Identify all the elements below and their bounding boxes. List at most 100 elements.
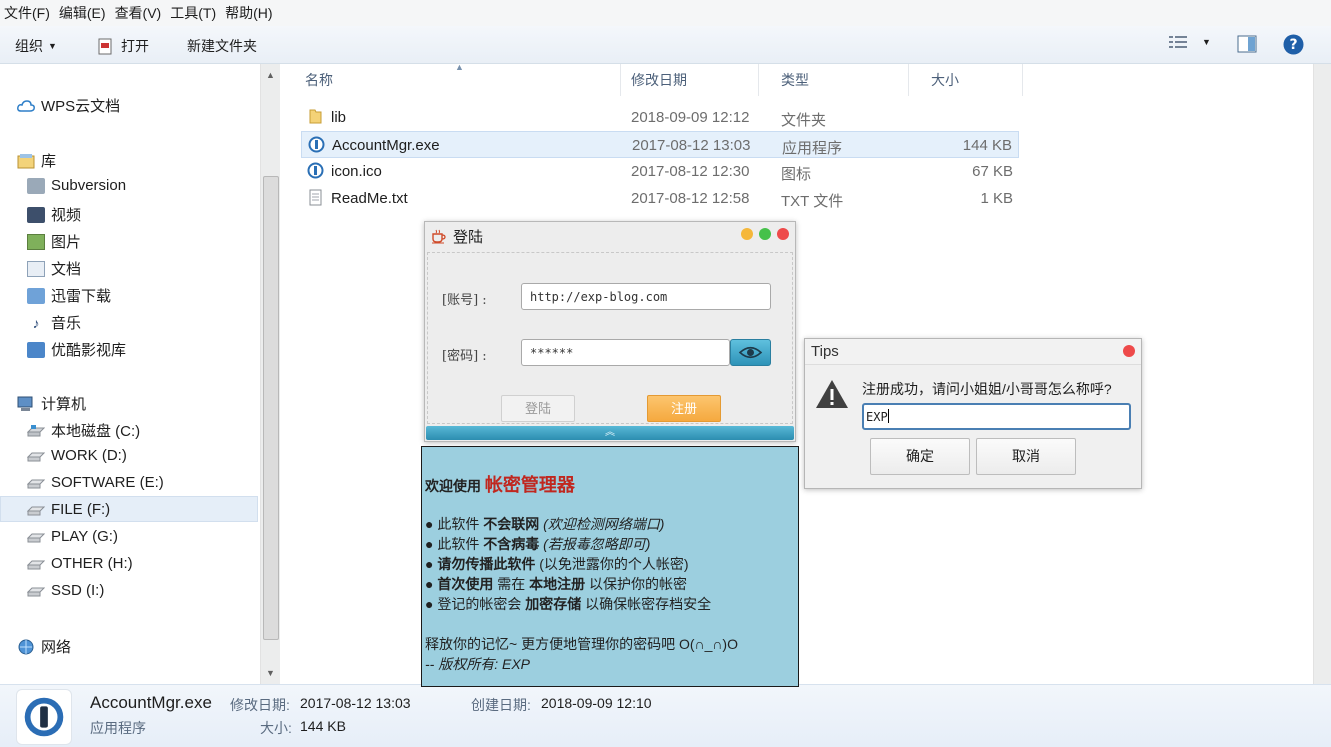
column-header-size[interactable]: 大小 (909, 64, 1023, 96)
nickname-input[interactable]: EXP (862, 403, 1131, 430)
nav-item-videos[interactable]: 视频 (27, 204, 81, 225)
nav-label: SSD (I:) (51, 582, 105, 599)
show-password-button[interactable] (730, 339, 771, 366)
nav-label: FILE (F:) (51, 501, 111, 518)
toolbar: 组织 ▼ 打开 新建文件夹 ▼ ? (0, 26, 1331, 64)
bullet-text: ● 此软件 (425, 536, 484, 552)
column-header-name[interactable]: 名称 (283, 64, 621, 96)
preview-pane-icon[interactable] (1237, 35, 1257, 53)
nav-drive-c[interactable]: 本地磁盘 (C:) (27, 420, 140, 441)
nav-label: 本地磁盘 (C:) (51, 423, 141, 440)
scroll-up-arrow[interactable]: ▲ (261, 66, 280, 84)
expand-panel-button[interactable]: ︽ (426, 426, 794, 440)
new-folder-button[interactable]: 新建文件夹 (187, 36, 257, 56)
file-size: 67 KB (972, 163, 1013, 180)
text-file-icon (309, 189, 322, 206)
file-row[interactable]: icon.ico 2017-08-12 12:30 图标 67 KB (301, 158, 1019, 185)
nav-item-subversion[interactable]: Subversion (27, 177, 126, 194)
nav-network[interactable]: 网络 (17, 636, 71, 657)
nav-item-music[interactable]: ♪ 音乐 (27, 312, 82, 333)
bullet-text: ● (425, 576, 438, 592)
file-size: 144 KB (962, 137, 1012, 154)
menu-tools[interactable]: 工具(T) (166, 3, 221, 23)
youku-folder-icon (27, 341, 45, 358)
tips-title: Tips (811, 343, 839, 360)
nav-scrollbar[interactable]: ▲ ▼ (260, 64, 280, 684)
bullet-bold: 不会联网 (483, 516, 540, 532)
file-row[interactable]: lib 2018-09-09 12:12 文件夹 (301, 104, 1019, 131)
nav-item-youku[interactable]: 优酷影视库 (27, 339, 126, 360)
file-row-selected[interactable]: AccountMgr.exe 2017-08-12 13:03 应用程序 144… (301, 131, 1019, 158)
register-button[interactable]: 注册 (647, 395, 721, 422)
minimize-dot-icon[interactable] (741, 228, 753, 240)
cloud-icon (17, 99, 35, 112)
bullet-text: 以保护你的帐密 (585, 576, 688, 592)
nav-drive-i[interactable]: SSD (I:) (27, 582, 104, 599)
account-input[interactable]: http://exp-blog.com (521, 283, 771, 310)
scroll-down-arrow[interactable]: ▼ (261, 664, 280, 682)
open-button[interactable]: 打开 (97, 36, 149, 56)
nav-computer[interactable]: 计算机 (17, 393, 86, 414)
nav-label: Subversion (51, 177, 127, 194)
window-controls (735, 228, 789, 240)
maximize-dot-icon[interactable] (759, 228, 771, 240)
ok-button[interactable]: 确定 (870, 438, 970, 475)
login-button[interactable]: 登陆 (501, 395, 575, 422)
bullet-text: ● 登记的帐密会 (425, 596, 526, 612)
details-pane: AccountMgr.exe 修改日期: 2017-08-12 13:03 创建… (0, 684, 1331, 747)
nav-item-pictures[interactable]: 图片 (27, 231, 81, 252)
file-date: 2017-08-12 12:30 (631, 163, 750, 180)
menu-edit[interactable]: 编辑(E) (55, 3, 111, 23)
welcome-text: 欢迎使用 (425, 478, 485, 494)
file-list-scrollbar[interactable] (1313, 64, 1331, 684)
tips-titlebar[interactable]: Tips (805, 339, 1141, 365)
file-date: 2018-09-09 12:12 (631, 109, 750, 126)
menu-view[interactable]: 查看(V) (111, 3, 167, 23)
menu-file[interactable]: 文件(F) (0, 3, 55, 23)
nav-drive-d[interactable]: WORK (D:) (27, 447, 127, 464)
details-filetype: 应用程序 (90, 720, 146, 736)
picture-icon (27, 233, 45, 250)
nav-drive-f[interactable]: FILE (F:) (27, 501, 110, 518)
organize-button[interactable]: 组织 ▼ (15, 36, 57, 56)
file-type: TXT 文件 (781, 193, 844, 210)
help-icon[interactable]: ? (1283, 34, 1304, 55)
nav-label: PLAY (G:) (51, 528, 118, 545)
view-options-button[interactable]: ▼ (1168, 34, 1211, 50)
file-name: AccountMgr.exe (332, 137, 440, 154)
menu-help[interactable]: 帮助(H) (221, 3, 277, 23)
info-slogan: 释放你的记忆~ 更方便地管理你的密码吧 O(∩_∩)O (425, 636, 738, 652)
close-dot-icon[interactable] (1123, 345, 1135, 357)
brand-name: 帐密管理器 (484, 475, 575, 495)
folder-icon (309, 109, 322, 124)
menu-bar: 文件(F) 编辑(E) 查看(V) 工具(T) 帮助(H) (0, 0, 1331, 26)
nav-wps-cloud[interactable]: WPS云文档 (17, 95, 120, 116)
details-filename: AccountMgr.exe (90, 693, 212, 712)
column-label: 名称 (305, 72, 333, 88)
file-date: 2017-08-12 12:58 (631, 190, 750, 207)
column-label: 修改日期 (631, 72, 687, 88)
nickname-value: EXP (866, 410, 888, 424)
nav-drive-g[interactable]: PLAY (G:) (27, 528, 118, 545)
bullet-note: (欢迎检测网络端口) (539, 516, 665, 532)
nav-label: 文档 (51, 261, 82, 278)
close-dot-icon[interactable] (777, 228, 789, 240)
column-header-type[interactable]: 类型 (759, 64, 909, 96)
nav-label: 优酷影视库 (51, 342, 127, 359)
nav-item-documents[interactable]: 文档 (27, 258, 81, 279)
nav-label: 视频 (51, 207, 82, 224)
details-size-label: 大小: (260, 720, 292, 736)
nav-item-xunlei[interactable]: 迅雷下载 (27, 285, 111, 306)
svg-text:?: ? (1289, 37, 1297, 53)
nav-drive-h[interactable]: OTHER (H:) (27, 555, 133, 572)
cancel-button[interactable]: 取消 (976, 438, 1076, 475)
drive-icon (27, 479, 45, 488)
column-label: 大小 (931, 72, 959, 88)
file-type: 文件夹 (781, 112, 827, 129)
scroll-thumb[interactable] (263, 176, 279, 640)
column-header-date[interactable]: 修改日期 (609, 64, 759, 96)
password-input[interactable]: ****** (521, 339, 730, 366)
nav-library[interactable]: 库 (17, 150, 56, 171)
nav-drive-e[interactable]: SOFTWARE (E:) (27, 474, 164, 491)
file-row[interactable]: ReadMe.txt 2017-08-12 12:58 TXT 文件 1 KB (301, 185, 1019, 212)
